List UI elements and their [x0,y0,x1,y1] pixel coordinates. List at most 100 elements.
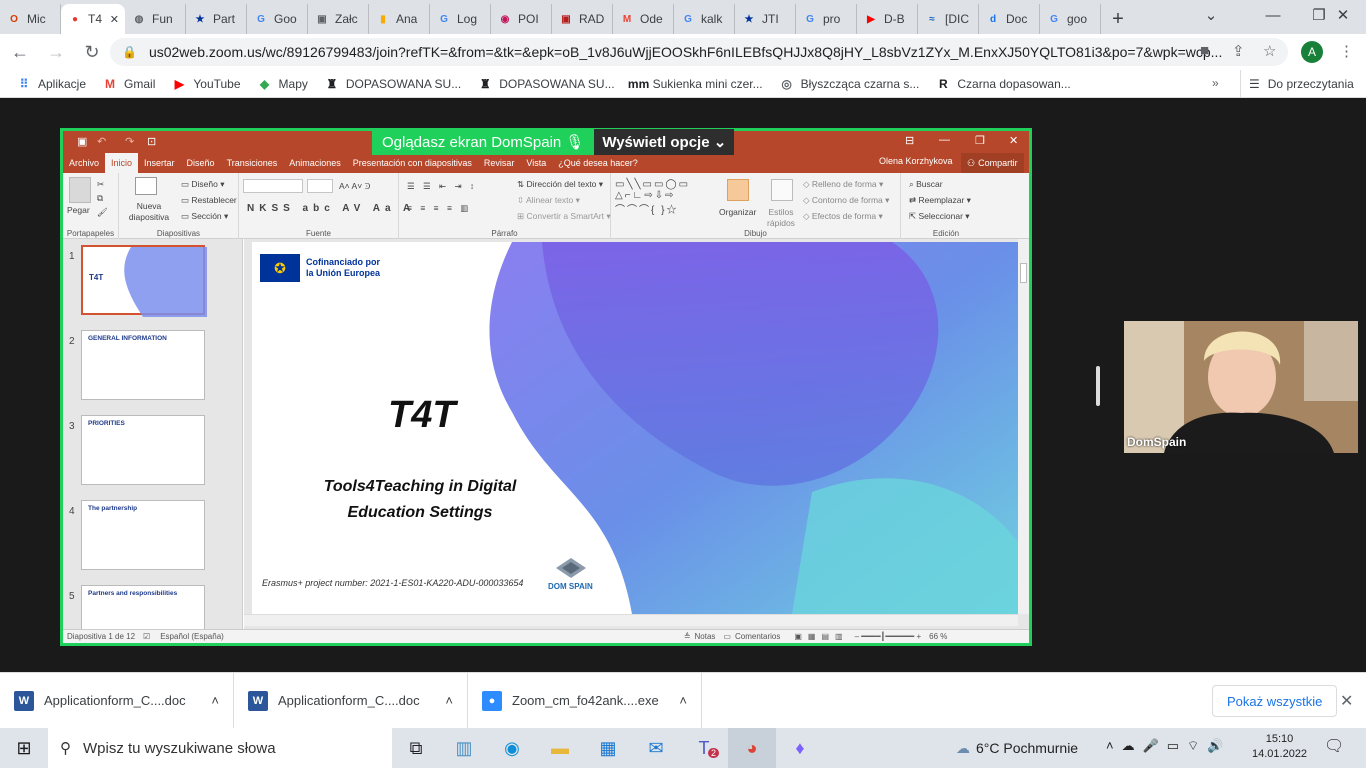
close-window-icon[interactable]: ✕ [1320,0,1366,30]
bookmark-0[interactable]: ⠿ Aplikacje [8,70,94,98]
slide-scrollbar[interactable] [1018,239,1029,614]
arrange-button[interactable]: Organizar [719,207,756,217]
language-status[interactable]: Español (España) [160,632,224,641]
ppt-minimize-icon[interactable]: — [939,134,950,146]
cut-icon[interactable]: ✂ [97,179,104,190]
teams-icon[interactable]: T2 [680,728,728,768]
paint-drop-icon[interactable]: ♦ [776,728,824,768]
tab-6[interactable]: ▮ Ana [369,4,430,34]
ppt-tab-4[interactable]: Transiciones [221,153,284,173]
tab-10[interactable]: M Ode [613,4,674,34]
ppt-share-button[interactable]: ⚇ Compartir [961,153,1024,173]
bookmark-5[interactable]: ♜ DOPASOWANA SU... [469,70,622,98]
tab-5[interactable]: ▣ Załc [308,4,369,34]
back-arrow-icon[interactable]: ← [4,36,36,68]
tab-2[interactable]: ◍ Fun [125,4,186,34]
select-button[interactable]: ⇱ Seleccionar ▾ [909,211,970,222]
tab-14[interactable]: ▶ D-B [857,4,918,34]
share-icon[interactable]: ⇪ [1232,42,1245,60]
font-size-controls[interactable]: A˄ A˅ Ꜿ [339,181,371,192]
quick-styles-icon[interactable] [771,179,793,201]
edge-icon[interactable]: ◉ [488,728,536,768]
ppt-tab-7[interactable]: Revisar [478,153,521,173]
new-tab-button[interactable]: + [1101,4,1135,34]
tab-15[interactable]: ≈ [DIC [918,4,979,34]
show-all-downloads-button[interactable]: Pokaż wszystkie [1212,685,1338,717]
font-name-input[interactable] [243,179,303,193]
start-slideshow-icon[interactable]: ⊡ [147,135,156,148]
ppt-tab-2[interactable]: Insertar [138,153,181,173]
ppt-tab-9[interactable]: ¿Qué desea hacer? [552,153,644,173]
splitter-handle[interactable] [1096,366,1100,406]
layout-button[interactable]: ▭ Diseño ▾ [181,179,225,190]
store-icon[interactable]: ▦ [584,728,632,768]
bookmark-3[interactable]: ◆ Mapy [249,70,316,98]
tab-0[interactable]: O Mic [0,4,61,34]
tab-3[interactable]: ★ Part [186,4,247,34]
close-downloads-icon[interactable]: ✕ [1340,691,1353,711]
spellcheck-icon[interactable]: ☑ [143,632,150,641]
comments-button[interactable]: Comentarios [735,632,780,641]
clock[interactable]: 15:10 14.01.2022 [1252,732,1307,762]
reading-list-button[interactable]: ☰ Do przeczytania [1240,70,1354,98]
bookmark-7[interactable]: ◎ Błyszcząca czarna s... [771,70,928,98]
shape-outline-button[interactable]: ◇ Contorno de forma ▾ [803,195,889,206]
bookmark-1[interactable]: M Gmail [94,70,163,98]
arrange-icon[interactable] [727,179,749,201]
avatar[interactable]: A [1301,41,1323,63]
bookmark-2[interactable]: ▶ YouTube [163,70,248,98]
paste-button[interactable]: Pegar [67,205,90,215]
alignment-buttons[interactable]: ≡ ≡ ≡ ≡ ▥ [407,203,471,214]
slide-thumbnail-1[interactable]: T4T [81,245,207,317]
ppt-tab-0[interactable]: Archivo [63,153,105,173]
undo-icon[interactable]: ↶ [97,135,106,148]
notes-icon[interactable]: ≜ [684,632,691,641]
shape-effects-button[interactable]: ◇ Efectos de forma ▾ [803,211,883,222]
ribbon-options-icon[interactable]: ⊟ [905,134,914,147]
font-format-buttons[interactable]: NKSS abc AV Aa A [247,203,415,214]
slide-thumbnail-4[interactable]: The partnership [81,500,205,570]
chevron-up-icon[interactable]: ˄ [679,693,687,708]
quick-styles-button[interactable]: Estilos rápidos [763,207,799,229]
tab-1[interactable]: ● T4 ✕ [61,4,125,34]
chevron-right-icon[interactable]: » [1212,76,1219,90]
app-jar-icon[interactable]: ▥ [440,728,488,768]
list-buttons[interactable]: ☰ ☰ ⇤ ⇥ ↕ [407,181,477,192]
scrollbar-thumb[interactable] [1020,263,1027,283]
find-button[interactable]: ⌕ Buscar [909,179,943,190]
zoom-slider[interactable]: – ━━━━┃━━━━━━ + [855,632,922,641]
align-text-button[interactable]: ⇳ Alinear texto ▾ [517,195,580,206]
tab-9[interactable]: ▣ RAD [552,4,613,34]
paste-icon[interactable] [69,177,91,203]
replace-button[interactable]: ⇄ Reemplazar ▾ [909,195,971,206]
notes-button[interactable]: Notas [695,632,716,641]
zoom-level[interactable]: 66 % [929,632,947,641]
menu-dots-icon[interactable]: ⋮ [1339,42,1354,60]
horizontal-scrollbar[interactable] [244,614,1018,626]
view-options-button[interactable]: Wyświetl opcje ⌄ [594,129,735,155]
chevron-up-icon[interactable]: ˄ [445,693,453,708]
slide-thumbnail-3[interactable]: PRIORITIES [81,415,205,485]
format-painter-icon[interactable]: 🖌 [97,207,108,218]
file-explorer-icon[interactable]: ▬ [536,728,584,768]
bookmark-star-icon[interactable]: ☆ [1263,42,1276,60]
reset-button[interactable]: ▭ Restablecer [181,195,237,206]
copy-icon[interactable]: ⧉ [97,193,103,204]
tab-4[interactable]: G Goo [247,4,308,34]
address-bar[interactable]: 🔒 us02web.zoom.us/wc/89126799483/join?re… [110,38,1288,66]
download-item-2[interactable]: ● Zoom_cm_fo42ank....exe ˄ [468,672,702,729]
font-size-input[interactable] [307,179,333,193]
ppt-tab-8[interactable]: Vista [520,153,552,173]
tab-12[interactable]: ★ JTI [735,4,796,34]
bookmark-8[interactable]: R Czarna dopasowan... [927,70,1078,98]
tab-17[interactable]: Ggoo [1040,4,1101,34]
close-tab-icon[interactable]: ✕ [110,13,119,26]
tab-7[interactable]: G Log [430,4,491,34]
ppt-tab-5[interactable]: Animaciones [283,153,347,173]
forward-arrow-icon[interactable]: → [40,36,72,68]
bookmark-4[interactable]: ♜ DOPASOWANA SU... [316,70,469,98]
bookmark-6[interactable]: mm Sukienka mini czer... [623,70,771,98]
minimize-icon[interactable]: — [1250,0,1296,30]
save-icon[interactable]: ▣ [77,135,87,148]
ppt-close-icon[interactable]: ✕ [1009,134,1018,147]
